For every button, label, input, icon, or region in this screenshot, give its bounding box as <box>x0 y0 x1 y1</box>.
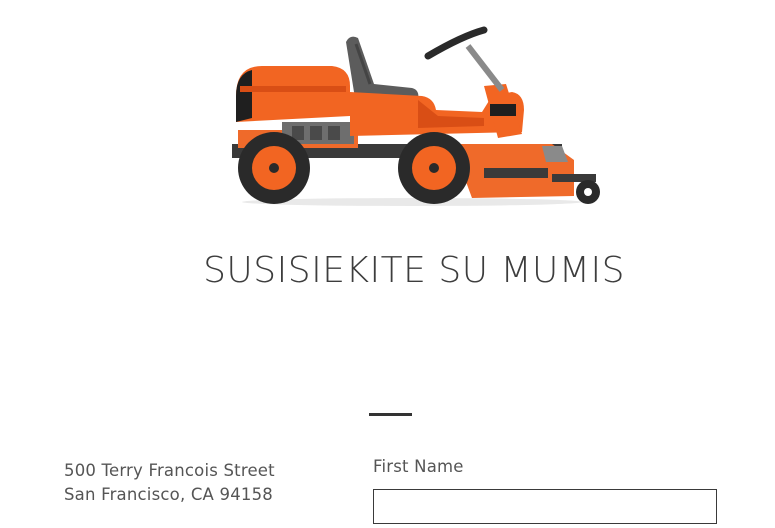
first-name-input[interactable] <box>373 489 717 524</box>
lawn-mower-icon <box>232 26 600 206</box>
page-title: SUSISIEKITE SU MUMIS <box>203 250 625 291</box>
address-line-city: San Francisco, CA 94158 <box>64 485 273 504</box>
address-block: 500 Terry Francois Street San Francisco,… <box>64 459 275 507</box>
first-name-label: First Name <box>373 457 464 476</box>
address-line-street: 500 Terry Francois Street <box>64 461 275 480</box>
lawn-mower-image <box>222 26 608 210</box>
title-divider <box>369 413 412 416</box>
contact-page: SUSISIEKITE SU MUMIS 500 Terry Francois … <box>0 0 775 528</box>
